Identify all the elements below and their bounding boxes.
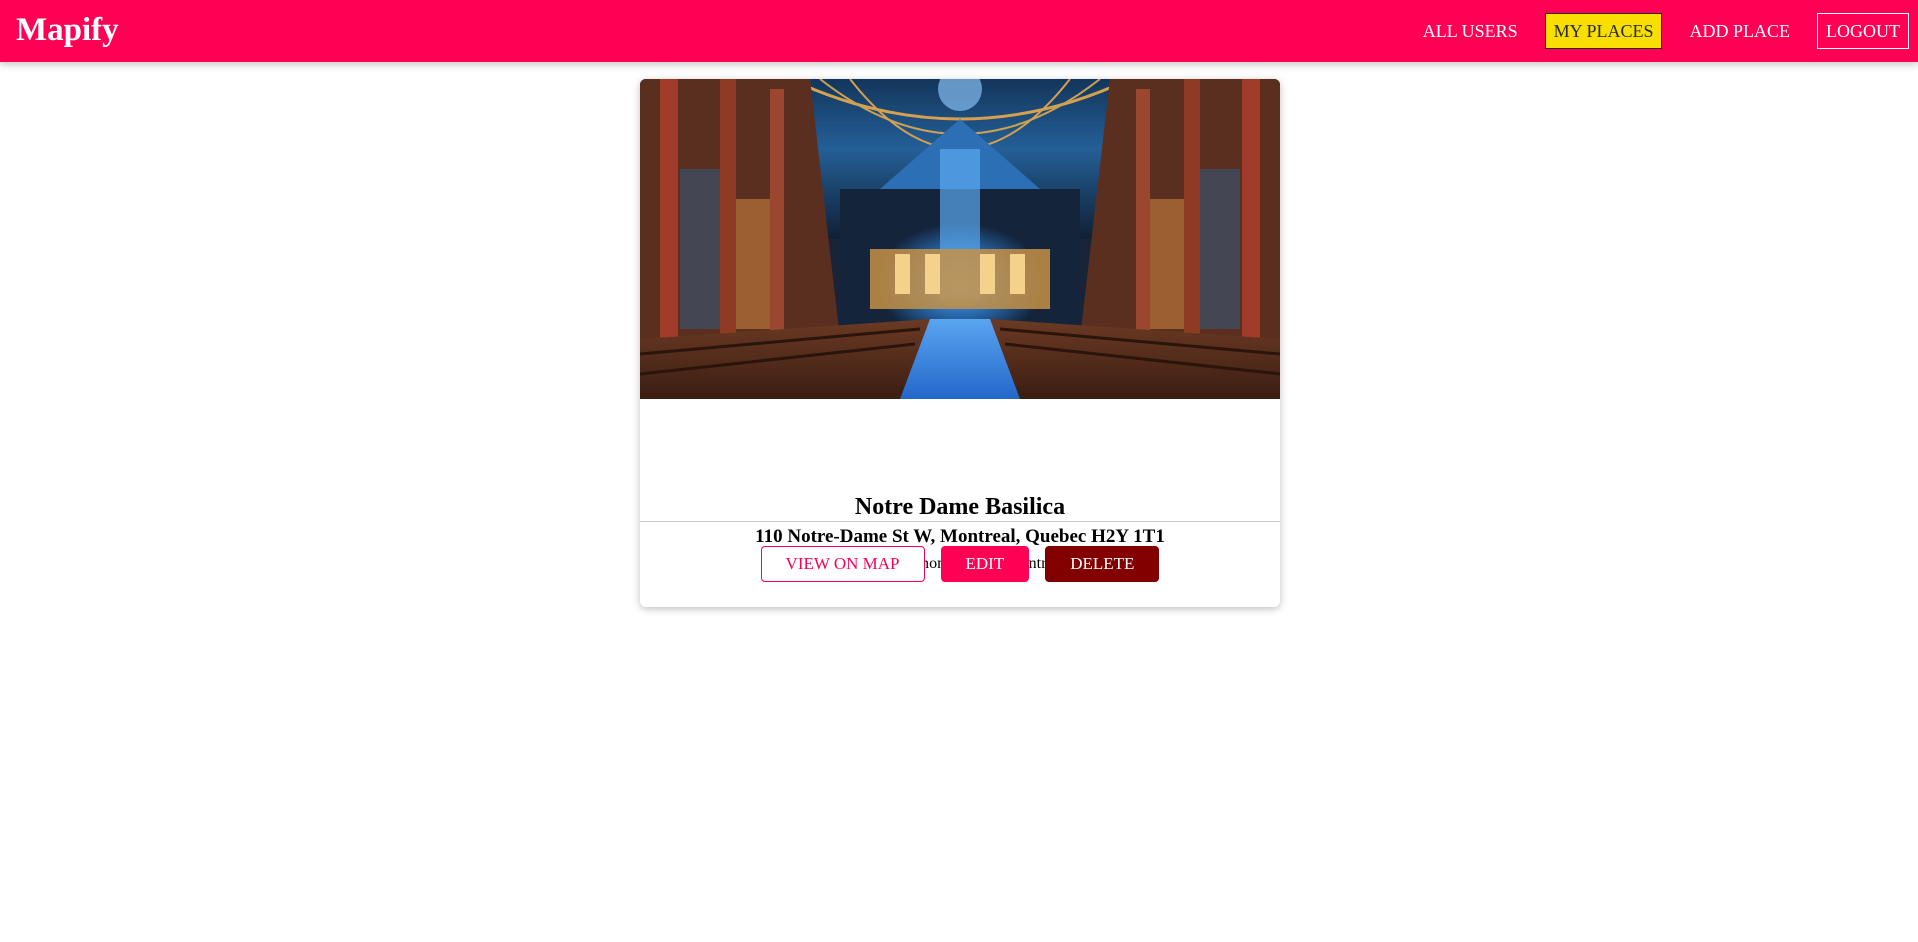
nav-item-add-place: ADD PLACE: [1662, 13, 1799, 49]
nav-link-add-place[interactable]: ADD PLACE: [1680, 13, 1799, 49]
place-actions: VIEW ON MAP EDIT DELETE: [640, 546, 1280, 582]
place-image: [640, 79, 1280, 399]
card-divider: [640, 521, 1280, 522]
nav-link-my-places[interactable]: MY PLACES: [1544, 13, 1663, 49]
place-card: Notre Dame Basilica 110 Notre-Dame St W,…: [640, 79, 1280, 607]
main-nav: ALL USERS MY PLACES ADD PLACE LOGOUT: [1396, 13, 1909, 49]
edit-button[interactable]: EDIT: [940, 546, 1030, 582]
main-header: Mapify ALL USERS MY PLACES ADD PLACE LOG…: [0, 0, 1918, 62]
nav-item-logout: LOGOUT: [1799, 13, 1909, 49]
delete-button[interactable]: DELETE: [1045, 546, 1160, 582]
nav-item-all-users: ALL USERS: [1396, 13, 1527, 49]
nav-item-my-places: MY PLACES: [1527, 13, 1663, 49]
app-logo[interactable]: Mapify: [16, 10, 119, 50]
place-title: Notre Dame Basilica: [854, 494, 1066, 520]
logout-button[interactable]: LOGOUT: [1817, 13, 1909, 49]
nav-link-all-users[interactable]: ALL USERS: [1414, 13, 1527, 49]
view-on-map-button[interactable]: VIEW ON MAP: [760, 546, 925, 582]
